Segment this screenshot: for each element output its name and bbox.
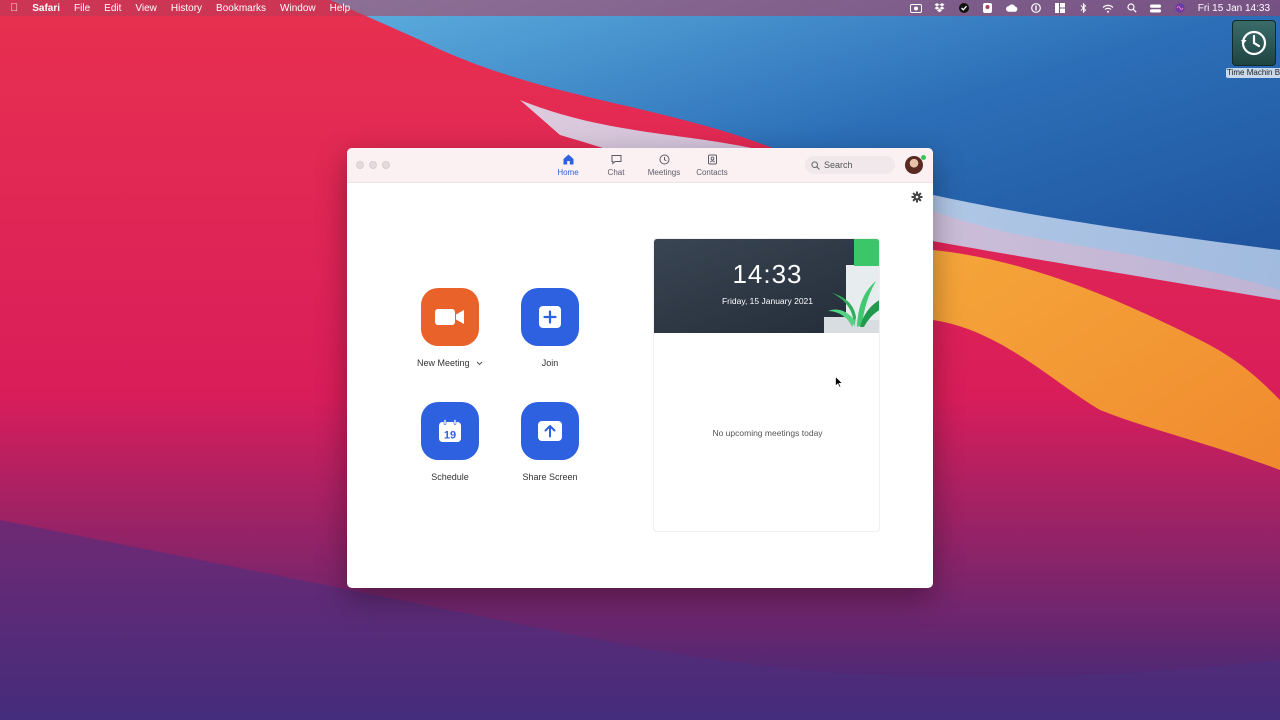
search-icon [811, 160, 820, 170]
tab-chat-label: Chat [607, 168, 625, 177]
menu-view[interactable]: View [135, 3, 157, 14]
search-icon[interactable] [1126, 3, 1138, 13]
menu-history[interactable]: History [171, 3, 202, 14]
join-tile[interactable] [521, 288, 579, 346]
video-camera-icon [435, 309, 464, 325]
calendar-day: 19 [444, 430, 456, 442]
window-titlebar: Home Chat Meetings Contacts [347, 148, 933, 183]
online-status-badge [921, 155, 926, 160]
tab-home-label: Home [557, 168, 579, 177]
dropbox-icon[interactable] [934, 3, 946, 13]
chevron-down-icon[interactable] [476, 361, 483, 366]
control-center-icon[interactable] [1150, 3, 1162, 13]
bluetooth-icon[interactable] [1078, 3, 1090, 13]
tab-meetings-label: Meetings [647, 168, 681, 177]
gear-icon[interactable] [911, 191, 923, 203]
new-meeting-tile[interactable] [421, 288, 479, 346]
share-screen-tile[interactable] [521, 402, 579, 460]
zoom-window: Home Chat Meetings Contacts Search New M… [347, 148, 933, 588]
tab-contacts-label: Contacts [696, 168, 728, 177]
share-screen-button[interactable]: Share Screen [505, 402, 595, 482]
contacts-icon [707, 154, 717, 165]
minimize-window-button[interactable] [369, 161, 377, 169]
time-machine-label: Time Machin Backups [1226, 68, 1280, 78]
close-window-button[interactable] [356, 161, 364, 169]
join-label: Join [541, 358, 559, 368]
menu-edit[interactable]: Edit [104, 3, 121, 14]
clock-banner: 14:33 Friday, 15 January 2021 [654, 239, 879, 333]
new-meeting-label: New Meeting [405, 358, 495, 368]
status-area: Fri 15 Jan 14:33 [898, 3, 1270, 14]
screen-record-icon[interactable] [909, 3, 922, 13]
home-icon [563, 154, 573, 165]
join-button[interactable]: Join [505, 288, 595, 368]
checkmark-icon[interactable] [958, 3, 970, 13]
menu-bookmarks[interactable]: Bookmarks [216, 3, 266, 14]
chat-icon [611, 155, 621, 165]
time-machine-desktop-icon[interactable]: Time Machin Backups [1226, 20, 1280, 78]
search-box[interactable] [805, 156, 895, 174]
menu-window[interactable]: Window [280, 3, 316, 14]
cloud-icon[interactable] [1005, 3, 1018, 13]
mouse-cursor-icon [835, 376, 843, 388]
time-machine-icon [1232, 20, 1276, 66]
upload-arrow-icon [538, 421, 562, 441]
wifi-icon[interactable] [1102, 3, 1114, 13]
schedule-label: Schedule [431, 472, 469, 482]
password-manager-icon[interactable] [1030, 3, 1042, 13]
clock-icon [659, 154, 669, 165]
schedule-button[interactable]: 19 Schedule [405, 402, 495, 482]
avatar[interactable] [905, 156, 923, 174]
tab-contacts[interactable]: Contacts [688, 154, 736, 180]
menu-bar-clock[interactable]: Fri 15 Jan 14:33 [1198, 3, 1270, 14]
apple-menu-icon[interactable]:  [10, 2, 18, 14]
webcam-icon[interactable] [982, 3, 994, 13]
share-screen-label: Share Screen [522, 472, 578, 482]
window-layout-icon[interactable] [1054, 3, 1066, 13]
tab-meetings[interactable]: Meetings [640, 154, 688, 180]
tab-home[interactable]: Home [544, 154, 592, 180]
schedule-tile[interactable]: 19 [421, 402, 479, 460]
menu-app-name[interactable]: Safari [32, 3, 60, 14]
menu-help[interactable]: Help [330, 3, 351, 14]
plus-icon [539, 306, 561, 328]
siri-icon[interactable] [1174, 3, 1186, 13]
no-meetings-message: No upcoming meetings today [712, 428, 823, 438]
plant-illustration [824, 239, 879, 333]
new-meeting-text: New Meeting [416, 358, 470, 368]
zoom-window-button[interactable] [382, 161, 390, 169]
menu-file[interactable]: File [74, 3, 90, 14]
calendar-icon: 19 [439, 419, 461, 442]
menu-bar:  Safari File Edit View History Bookmark… [0, 0, 1280, 16]
new-meeting-button[interactable]: New Meeting [405, 288, 495, 368]
search-input[interactable] [824, 160, 890, 170]
tab-chat[interactable]: Chat [592, 154, 640, 180]
upcoming-meetings-panel: 14:33 Friday, 15 January 2021 No upcomin… [653, 238, 880, 532]
